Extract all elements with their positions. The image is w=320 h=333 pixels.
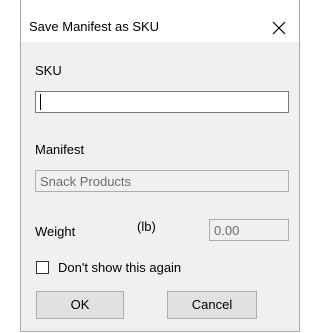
manifest-field: Snack Products [35, 170, 289, 192]
sku-label: SKU [35, 63, 62, 78]
title-bar[interactable]: Save Manifest as SKU [21, 0, 299, 42]
cancel-button[interactable]: Cancel [167, 291, 257, 319]
save-manifest-dialog: Save Manifest as SKU SKU Manifest Snack … [20, 0, 300, 332]
ok-button[interactable]: OK [36, 291, 124, 319]
weight-field: 0.00 [209, 219, 289, 241]
sku-input[interactable] [35, 91, 289, 113]
manifest-label: Manifest [35, 142, 85, 157]
dont-show-again-checkbox[interactable] [36, 261, 49, 274]
text-caret [40, 94, 41, 110]
dialog-title: Save Manifest as SKU [29, 19, 160, 34]
close-button[interactable] [267, 17, 291, 39]
weight-unit-label: (lb) [137, 219, 156, 234]
close-icon [272, 21, 286, 35]
weight-label: Weight [35, 224, 76, 239]
dont-show-again-label: Don't show this again [58, 260, 182, 275]
